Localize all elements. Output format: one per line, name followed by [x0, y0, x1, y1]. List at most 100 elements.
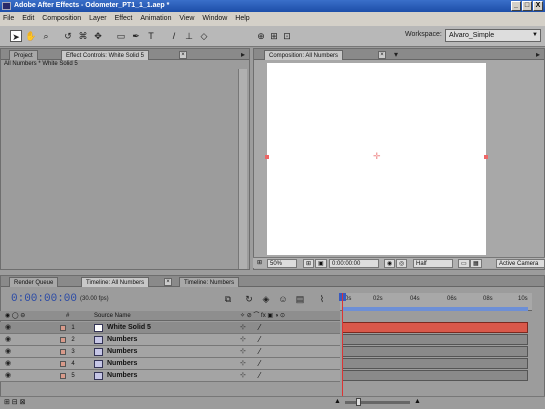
- layer-number: 1: [71, 325, 75, 331]
- snapshot-icon[interactable]: ◉: [384, 259, 396, 268]
- camera-select[interactable]: Active Camera: [496, 259, 545, 268]
- minimize-button[interactable]: _: [511, 1, 521, 11]
- shy-switch-icon[interactable]: ⊹: [240, 358, 246, 370]
- menu-composition[interactable]: Composition: [39, 12, 84, 26]
- layer-duration-bar[interactable]: [342, 322, 528, 333]
- eraser-tool-icon[interactable]: ◇: [198, 30, 210, 42]
- transparency-icon[interactable]: ▦: [470, 259, 482, 268]
- show-snapshot-icon[interactable]: ◎: [396, 259, 408, 268]
- anchor-point-icon[interactable]: ✛: [373, 152, 381, 161]
- menu-animation[interactable]: Animation: [137, 12, 174, 26]
- eye-icon[interactable]: ◉: [5, 334, 11, 346]
- pen-tool-icon[interactable]: ✒: [130, 30, 142, 42]
- close-tab-icon[interactable]: ×: [378, 51, 386, 59]
- hand-tool-icon[interactable]: ✋: [25, 30, 37, 42]
- layer-row[interactable]: ◉ 3 Numbers ⊹ ⁄: [0, 346, 340, 358]
- graph-editor-icon[interactable]: ⌇: [316, 293, 328, 305]
- menu-help[interactable]: Help: [232, 12, 252, 26]
- quality-switch-icon[interactable]: ⁄: [259, 322, 260, 334]
- menu-layer[interactable]: Layer: [86, 12, 110, 26]
- shy-switch-icon[interactable]: ⊹: [240, 346, 246, 358]
- layer-row[interactable]: ◉ 1 White Solid 5 ⊹ ⁄: [0, 322, 340, 334]
- close-tab-icon[interactable]: ×: [179, 51, 187, 59]
- tab-timeline-numbers[interactable]: Timeline: Numbers: [179, 277, 240, 287]
- close-tab-icon[interactable]: ×: [164, 278, 172, 286]
- selection-tool-icon[interactable]: ➤: [10, 30, 22, 42]
- maximize-button[interactable]: □: [522, 1, 532, 11]
- draft-3d-icon[interactable]: ◈: [260, 293, 272, 305]
- column-source-name[interactable]: Source Name: [94, 311, 131, 321]
- panel-menu-icon[interactable]: ▸: [241, 50, 245, 59]
- zoom-tool-icon[interactable]: ⌕: [40, 30, 52, 42]
- rotate-tool-icon[interactable]: ↺: [62, 30, 74, 42]
- menu-view[interactable]: View: [176, 12, 197, 26]
- quality-switch-icon[interactable]: ⁄: [259, 334, 260, 346]
- world-axis-icon[interactable]: ⊞: [268, 30, 280, 42]
- tab-timeline-all-numbers[interactable]: Timeline: All Numbers: [81, 277, 150, 287]
- camera-tool-icon[interactable]: ⌘: [77, 30, 89, 42]
- local-axis-icon[interactable]: ⊕: [255, 30, 267, 42]
- eye-icon[interactable]: ◉: [5, 370, 11, 382]
- zoom-select[interactable]: 50%: [267, 259, 297, 268]
- viewer-options-icon[interactable]: ⊞: [255, 259, 264, 268]
- comp-dropdown-icon[interactable]: ▾: [394, 50, 398, 59]
- grid-icon[interactable]: ⊞: [303, 259, 315, 268]
- quality-switch-icon[interactable]: ⁄: [259, 370, 260, 382]
- menu-window[interactable]: Window: [199, 12, 230, 26]
- layer-handle-right[interactable]: [484, 155, 488, 159]
- layer-name[interactable]: Numbers: [107, 358, 137, 370]
- panel-menu-icon[interactable]: ▸: [536, 50, 540, 59]
- layer-duration-bar[interactable]: [342, 370, 528, 381]
- layer-name[interactable]: White Solid 5: [107, 322, 151, 334]
- brush-tool-icon[interactable]: /: [168, 30, 180, 42]
- workspace-select[interactable]: Alvaro_Simple ▼: [445, 29, 541, 42]
- shy-switch-icon[interactable]: ⊹: [240, 334, 246, 346]
- region-icon[interactable]: ▭: [458, 259, 470, 268]
- work-area-bar[interactable]: [342, 307, 528, 311]
- live-update-icon[interactable]: ↻: [243, 293, 255, 305]
- zoom-out-icon[interactable]: ▲: [334, 398, 341, 405]
- tab-composition[interactable]: Composition: All Numbers: [264, 50, 344, 60]
- layer-name[interactable]: Numbers: [107, 370, 137, 382]
- eye-icon[interactable]: ◉: [5, 358, 11, 370]
- timeline-zoom-knob[interactable]: [356, 398, 361, 406]
- resolution-select[interactable]: Half: [413, 259, 453, 268]
- clone-tool-icon[interactable]: ⊥: [183, 30, 195, 42]
- layer-row[interactable]: ◉ 2 Numbers ⊹ ⁄: [0, 334, 340, 346]
- shy-switch-icon[interactable]: ⊹: [240, 322, 246, 334]
- tab-effect-controls[interactable]: Effect Controls: White Solid 5: [61, 50, 149, 60]
- text-tool-icon[interactable]: T: [145, 30, 157, 42]
- hide-shy-icon[interactable]: ☺: [277, 293, 289, 305]
- layer-duration-bar[interactable]: [342, 358, 528, 369]
- pan-behind-tool-icon[interactable]: ✥: [92, 30, 104, 42]
- tab-render-queue[interactable]: Render Queue: [9, 277, 59, 287]
- layer-name[interactable]: Numbers: [107, 334, 137, 346]
- layer-row[interactable]: ◉ 4 Numbers ⊹ ⁄: [0, 358, 340, 370]
- shy-switch-icon[interactable]: ⊹: [240, 370, 246, 382]
- close-button[interactable]: X: [533, 1, 543, 11]
- layer-handle-left[interactable]: [265, 155, 269, 159]
- comp-timecode[interactable]: 0:00:00:00: [329, 259, 379, 268]
- comp-mini-flowchart-icon[interactable]: ⧉: [222, 293, 234, 305]
- layer-name[interactable]: Numbers: [107, 346, 137, 358]
- menu-edit[interactable]: Edit: [19, 12, 37, 26]
- tab-project[interactable]: Project: [9, 50, 38, 60]
- quality-switch-icon[interactable]: ⁄: [259, 346, 260, 358]
- zoom-in-icon[interactable]: ▲: [414, 398, 421, 405]
- quality-switch-icon[interactable]: ⁄: [259, 358, 260, 370]
- eye-icon[interactable]: ◉: [5, 322, 11, 334]
- frame-blending-icon[interactable]: ▤: [294, 293, 306, 305]
- menu-effect[interactable]: Effect: [112, 12, 136, 26]
- current-time-display[interactable]: 0:00:00:00: [11, 293, 77, 305]
- layer-duration-bar[interactable]: [342, 334, 528, 345]
- timeline-zoom-slider[interactable]: [345, 401, 410, 404]
- layer-row[interactable]: ◉ 5 Numbers ⊹ ⁄: [0, 370, 340, 382]
- menu-file[interactable]: File: [0, 12, 17, 26]
- view-axis-icon[interactable]: ⊡: [281, 30, 293, 42]
- eye-icon[interactable]: ◉: [5, 346, 11, 358]
- toggle-switches-icon[interactable]: ⊞ ⊟ ⊠: [4, 398, 26, 406]
- mask-view-icon[interactable]: ▣: [315, 259, 327, 268]
- mask-tool-icon[interactable]: ▭: [115, 30, 127, 42]
- layer-duration-bar[interactable]: [342, 346, 528, 357]
- effect-controls-scrollbar[interactable]: [238, 69, 247, 269]
